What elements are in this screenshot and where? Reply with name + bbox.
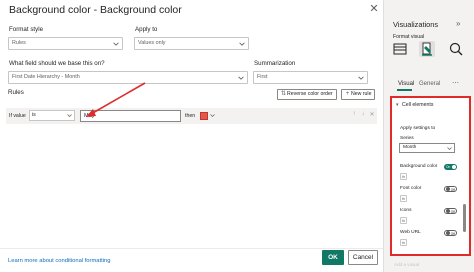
fx-conditional-format-icon[interactable]: fx	[400, 217, 407, 224]
format-visual-icon[interactable]	[419, 41, 435, 57]
more-options-icon[interactable]: ⋯	[452, 79, 459, 87]
chevron-down-icon	[238, 76, 244, 80]
series-value: Month	[403, 145, 417, 150]
chevron-down-icon[interactable]	[210, 113, 215, 118]
toggle-knob	[452, 165, 456, 169]
pane-scrollbar[interactable]	[463, 204, 466, 232]
toggle-state: Off	[450, 188, 455, 192]
toggle-knob	[446, 231, 450, 235]
format-style-dropdown[interactable]: Rules	[8, 37, 123, 50]
chevron-down-icon	[239, 42, 245, 46]
tab-general[interactable]: General	[419, 81, 440, 87]
font-color-label: Font color	[400, 186, 422, 191]
dialog-title: Background color - Background color	[9, 4, 182, 16]
format-visual-label: Format visual	[393, 34, 425, 40]
swap-icon: ⇅	[280, 91, 287, 97]
if-value-label: If value	[9, 113, 26, 119]
series-dropdown[interactable]: Month	[399, 143, 455, 153]
reverse-color-order-label: Reverse color order	[287, 91, 333, 97]
toggle-knob	[446, 209, 450, 213]
pane-footer-text: Add a visual	[394, 262, 420, 267]
based-on-field-dropdown[interactable]: First Date Hierarchy - Month	[8, 71, 248, 84]
toggle-state: Off	[450, 232, 455, 236]
chevron-down-icon	[113, 42, 119, 46]
footer-divider	[0, 248, 383, 249]
move-up-icon[interactable]: ↑	[350, 111, 358, 117]
visualizations-title: Visualizations	[393, 20, 439, 29]
apply-settings-label: Apply settings to	[400, 126, 436, 131]
operator-value: is	[32, 112, 36, 118]
based-on-value: First Date Hierarchy - Month	[12, 74, 80, 80]
icons-toggle[interactable]: Off	[444, 208, 457, 214]
format-style-label: Format style	[9, 26, 44, 33]
then-label: then	[185, 113, 196, 119]
format-style-value: Rules	[12, 40, 26, 46]
background-color-label: Background color	[400, 164, 438, 169]
conditional-format-dialog: Background color - Background color ✕ Fo…	[0, 0, 383, 272]
reverse-color-order-button[interactable]: ⇅Reverse color order	[277, 89, 337, 100]
learn-more-link[interactable]: Learn more about conditional formatting	[8, 258, 110, 264]
new-rule-label: New rule	[351, 91, 372, 97]
fx-conditional-format-icon[interactable]: fx	[400, 173, 407, 180]
web-url-toggle[interactable]: Off	[444, 230, 457, 236]
cell-elements-header[interactable]: ▾ Cell elements	[396, 102, 433, 108]
toggle-knob	[446, 187, 450, 191]
background-color-toggle[interactable]: On	[444, 164, 457, 170]
toggle-state: Off	[450, 210, 455, 214]
cancel-button[interactable]: Cancel	[348, 250, 378, 265]
rule-value-input[interactable]	[80, 110, 181, 122]
chevron-down-icon	[447, 147, 452, 150]
new-rule-button[interactable]: + New rule	[341, 89, 376, 100]
apply-to-dropdown[interactable]: Values only	[134, 37, 249, 50]
rules-label: Rules	[8, 89, 24, 96]
plus-icon: +	[345, 91, 350, 97]
fx-conditional-format-icon[interactable]: fx	[400, 195, 407, 202]
color-picker-swatch[interactable]	[200, 112, 208, 120]
chevron-down-icon	[67, 114, 72, 117]
fx-conditional-format-icon[interactable]: fx	[400, 239, 407, 246]
font-color-toggle[interactable]: Off	[444, 186, 457, 192]
apply-to-label: Apply to	[135, 26, 158, 33]
cell-elements-label: Cell elements	[402, 102, 434, 108]
summarization-label: Summarization	[254, 60, 296, 67]
icons-label: Icons	[400, 208, 412, 213]
tab-visual[interactable]: Visual	[398, 81, 414, 87]
apply-to-value: Values only	[138, 40, 166, 46]
cell-elements-card: ▾ Cell elements Apply settings to Series …	[390, 96, 471, 256]
based-on-label: What field should we base this on?	[9, 60, 105, 67]
visualizations-pane: Visualizations » Format visual Visual Ge…	[383, 0, 474, 272]
delete-rule-icon[interactable]: ✕	[368, 111, 376, 118]
summarization-value: First	[257, 74, 268, 80]
toggle-state: On	[446, 165, 451, 169]
ok-button[interactable]: OK	[322, 250, 344, 265]
summarization-dropdown[interactable]: First	[253, 71, 368, 84]
chevron-down-icon	[358, 76, 364, 80]
active-tab-indicator	[397, 89, 412, 91]
expand-pane-icon[interactable]: »	[456, 19, 460, 28]
move-down-icon[interactable]: ↓	[359, 111, 367, 117]
build-visual-icon[interactable]	[392, 41, 408, 57]
close-icon[interactable]: ✕	[368, 2, 380, 16]
series-label: Series	[400, 136, 414, 141]
analytics-search-icon[interactable]	[448, 41, 464, 57]
operator-dropdown[interactable]: is	[29, 110, 75, 121]
web-url-label: Web URL	[400, 230, 421, 235]
